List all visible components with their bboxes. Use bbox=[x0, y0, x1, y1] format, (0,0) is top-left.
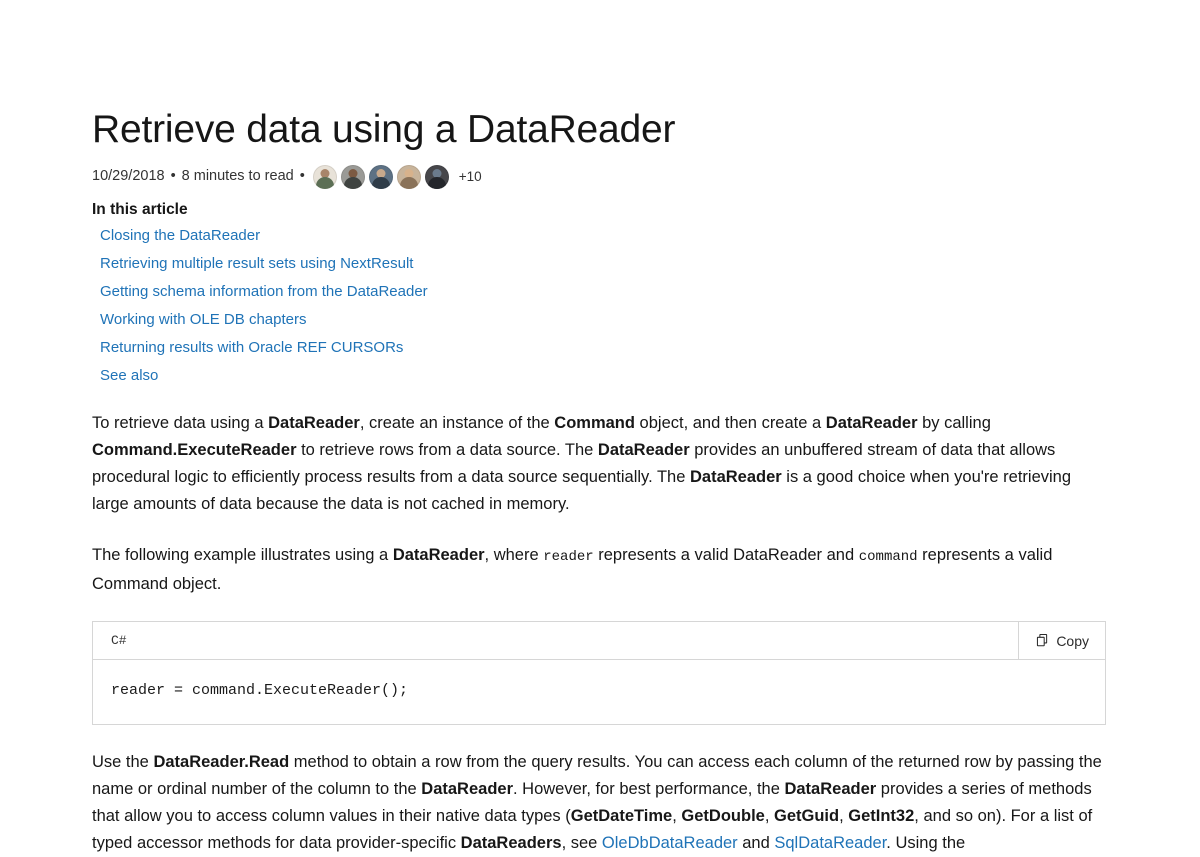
text-run: , bbox=[839, 807, 849, 826]
term-datareader: DataReader bbox=[268, 414, 360, 433]
article-content: Retrieve data using a DataReader 10/29/2… bbox=[92, 0, 1106, 857]
text-run: . However, for best performance, the bbox=[513, 780, 785, 799]
text-run: , create an instance of the bbox=[359, 414, 555, 433]
copy-button[interactable]: Copy bbox=[1018, 622, 1105, 660]
avatar[interactable] bbox=[396, 164, 421, 189]
inline-code-command: command bbox=[858, 549, 918, 566]
text-run: Use the bbox=[92, 753, 154, 772]
copy-button-label: Copy bbox=[1056, 632, 1089, 649]
term-datareader: DataReader bbox=[421, 780, 513, 799]
paragraph-example-intro: The following example illustrates using … bbox=[92, 542, 1104, 598]
code-language-label: C# bbox=[111, 633, 127, 649]
code-block: C# Copy reader = command.ExecuteReader()… bbox=[92, 621, 1106, 726]
toc-link-retrieving-multiple-result-sets[interactable]: Retrieving multiple result sets using Ne… bbox=[92, 255, 413, 273]
text-run: object, and then create a bbox=[634, 414, 826, 433]
avatar[interactable] bbox=[340, 164, 365, 189]
avatar[interactable] bbox=[368, 164, 393, 189]
text-run: , see bbox=[561, 834, 602, 853]
toc-link-closing-the-datareader[interactable]: Closing the DataReader bbox=[92, 227, 260, 245]
code-line[interactable]: reader = command.ExecuteReader(); bbox=[111, 682, 1087, 700]
table-of-contents: Closing the DataReader Retrieving multip… bbox=[92, 227, 1104, 385]
text-run: by calling bbox=[917, 414, 991, 433]
copy-icon bbox=[1035, 633, 1050, 648]
text-run: , where bbox=[484, 546, 544, 565]
text-run: To retrieve data using a bbox=[92, 414, 269, 433]
link-oledbdatareader[interactable]: OleDbDataReader bbox=[602, 834, 738, 852]
toc-link-working-with-ole-db-chapters[interactable]: Working with OLE DB chapters bbox=[92, 311, 306, 329]
article-metadata: 10/29/2018 • 8 minutes to read • +10 bbox=[92, 164, 1104, 189]
text-run: The following example illustrates using … bbox=[92, 546, 393, 565]
in-this-article-heading: In this article bbox=[92, 200, 188, 218]
toc-link-returning-results-oracle-ref-cursors[interactable]: Returning results with Oracle REF CURSOR… bbox=[92, 339, 403, 357]
text-run: represents a valid DataReader and bbox=[593, 546, 859, 565]
page-title: Retrieve data using a DataReader bbox=[92, 108, 676, 151]
publish-date: 10/29/2018 bbox=[92, 168, 165, 185]
term-getint32: GetInt32 bbox=[848, 807, 915, 826]
term-getdouble: GetDouble bbox=[681, 807, 765, 826]
term-datareader: DataReader bbox=[825, 414, 918, 433]
paragraph-intro: To retrieve data using a DataReader, cre… bbox=[92, 410, 1104, 518]
term-datareader-read: DataReader.Read bbox=[153, 753, 290, 772]
term-datareader: DataReader bbox=[597, 441, 690, 460]
inline-code-reader: reader bbox=[543, 549, 594, 566]
code-block-header: C# Copy bbox=[93, 622, 1105, 661]
toc-link-getting-schema-information[interactable]: Getting schema information from the Data… bbox=[92, 283, 428, 301]
avatar[interactable] bbox=[312, 164, 337, 189]
text-run: . Using the bbox=[886, 834, 966, 853]
avatar[interactable] bbox=[424, 164, 449, 189]
term-command-executereader: Command.ExecuteReader bbox=[92, 441, 297, 460]
link-sqldatareader[interactable]: SqlDataReader bbox=[774, 834, 886, 852]
term-getdatetime: GetDateTime bbox=[570, 807, 673, 826]
meta-separator-2: • bbox=[299, 168, 305, 185]
term-datareader: DataReader bbox=[392, 546, 485, 565]
text-run: to retrieve rows from a data source. The bbox=[296, 441, 598, 460]
toc-link-see-also[interactable]: See also bbox=[92, 367, 158, 385]
term-datareaders: DataReaders bbox=[460, 834, 562, 853]
contributor-avatars bbox=[312, 164, 453, 189]
meta-separator-1: • bbox=[170, 168, 176, 185]
term-getguid: GetGuid bbox=[774, 807, 840, 826]
paragraph-read-method: Use the DataReader.Read method to obtain… bbox=[92, 749, 1104, 857]
code-block-body: reader = command.ExecuteReader(); bbox=[93, 660, 1105, 724]
read-time: 8 minutes to read bbox=[181, 168, 294, 185]
term-command: Command bbox=[554, 414, 635, 433]
additional-contributors-count[interactable]: +10 bbox=[459, 170, 482, 184]
term-datareader: DataReader bbox=[784, 780, 877, 799]
text-run: and bbox=[737, 834, 775, 853]
term-datareader: DataReader bbox=[689, 468, 782, 487]
text-run: , bbox=[764, 807, 774, 826]
documentation-page: Retrieve data using a DataReader 10/29/2… bbox=[0, 0, 1200, 852]
